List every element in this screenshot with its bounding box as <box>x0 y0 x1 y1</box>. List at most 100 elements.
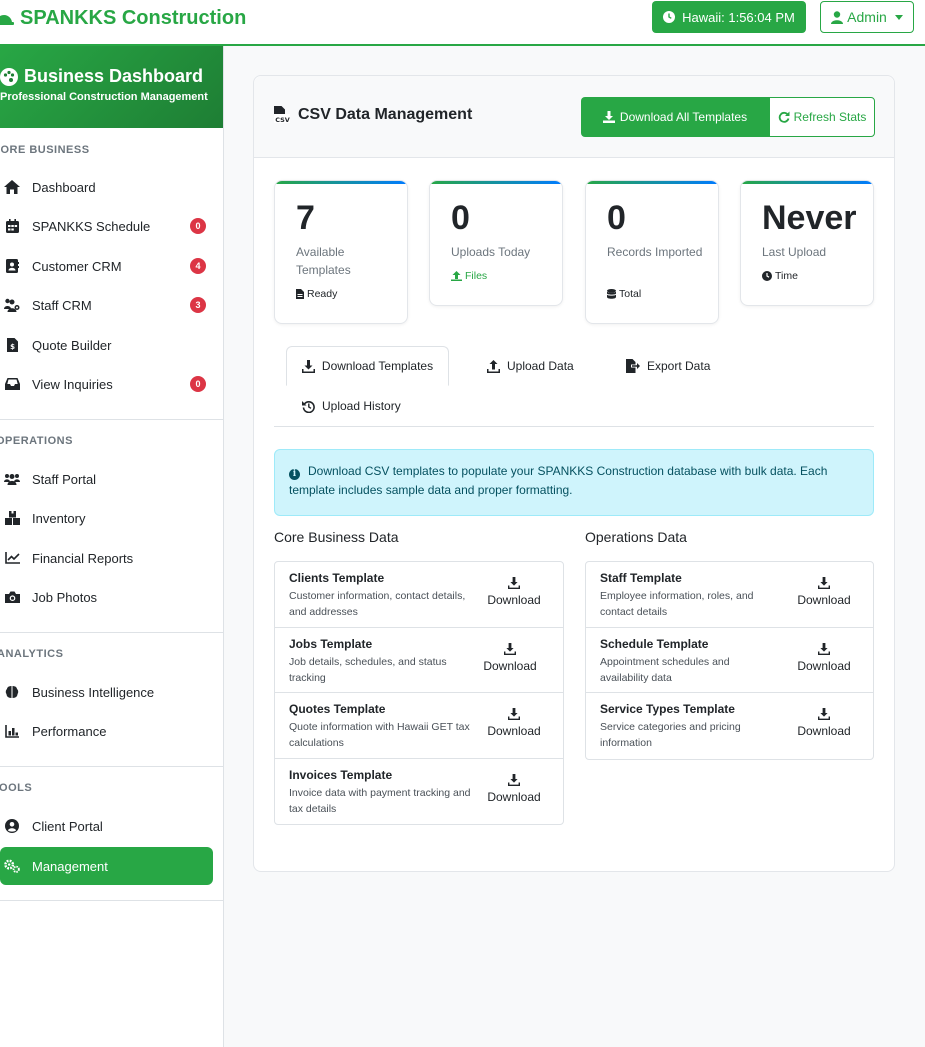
sidebar-item-label: Customer CRM <box>32 258 122 274</box>
database-icon <box>607 289 616 299</box>
upload-icon <box>451 271 462 281</box>
stat-value: Never <box>762 199 857 237</box>
brand-link[interactable]: SPANKKS Construction <box>0 5 246 31</box>
template-row-staff: Staff Template Employee information, rol… <box>586 562 873 628</box>
download-clients-button[interactable]: Download <box>479 577 549 607</box>
sidebar-item-financial-reports[interactable]: Financial Reports <box>0 539 213 577</box>
sidebar: Business Dashboard Professional Construc… <box>0 46 224 1047</box>
main-content: CSV CSV Data Management Download All Tem… <box>224 46 925 1047</box>
refresh-stats-button[interactable]: Refresh Stats <box>769 97 875 137</box>
download-label: Download <box>483 658 537 673</box>
template-description: Service categories and pricing informati… <box>600 721 741 749</box>
sidebar-item-client-portal[interactable]: Client Portal <box>0 807 213 845</box>
template-description: Customer information, contact details, a… <box>289 590 466 618</box>
stat-sub-label: Ready <box>307 288 338 300</box>
download-icon <box>508 577 520 589</box>
admin-label: Admin <box>847 9 887 25</box>
core-templates-list: Clients Template Customer information, c… <box>274 561 564 825</box>
stat-card-uploads: 0 Uploads Today Files <box>429 180 563 306</box>
calendar-icon <box>4 218 20 234</box>
sidebar-item-job-photos[interactable]: Job Photos <box>0 578 213 616</box>
template-name: Clients Template <box>289 571 385 585</box>
download-icon <box>301 359 315 373</box>
notification-badge: 0 <box>190 218 206 234</box>
download-schedule-button[interactable]: Download <box>789 642 859 673</box>
history-icon <box>302 400 315 413</box>
sidebar-item-label: SPANKKS Schedule <box>32 218 151 234</box>
clock-text: Hawaii: 1:56:04 PM <box>682 9 795 25</box>
admin-dropdown-button[interactable]: Admin <box>820 1 914 33</box>
tab-export-data[interactable]: Export Data <box>626 347 710 385</box>
clock-icon <box>762 271 772 281</box>
stat-sub: Total <box>607 288 641 300</box>
sidebar-item-dashboard[interactable]: Dashboard <box>0 168 213 206</box>
tab-download-templates[interactable]: Download Templates <box>286 346 449 386</box>
download-label: Download <box>797 658 851 673</box>
download-all-templates-button[interactable]: Download All Templates <box>581 97 769 137</box>
hawaii-clock-button[interactable]: Hawaii: 1:56:04 PM <box>652 1 806 33</box>
template-description: Appointment schedules and availability d… <box>600 655 730 684</box>
sidebar-item-performance[interactable]: Performance <box>0 712 213 750</box>
download-quotes-button[interactable]: Download <box>479 708 549 738</box>
sidebar-item-inventory[interactable]: Inventory <box>0 499 213 537</box>
home-icon <box>4 179 20 195</box>
bar-chart-icon <box>4 723 20 739</box>
stat-label: Uploads Today <box>451 245 531 259</box>
stat-sub: Files <box>451 270 487 282</box>
template-row-jobs: Jobs Template Job details, schedules, an… <box>275 628 563 693</box>
template-row-clients: Clients Template Customer information, c… <box>275 562 563 628</box>
sidebar-item-label: Quote Builder <box>32 337 112 353</box>
sidebar-divider <box>0 766 223 767</box>
sidebar-title: Business Dashboard <box>24 66 204 86</box>
template-row-quotes: Quotes Template Quote information with H… <box>275 693 563 759</box>
chevron-down-icon <box>894 14 903 20</box>
tab-upload-data[interactable]: Upload Data <box>487 347 574 385</box>
line-chart-icon <box>4 550 20 566</box>
tab-label: Upload Data <box>507 359 574 373</box>
stat-sub: Ready <box>296 288 337 300</box>
download-invoices-button[interactable]: Download <box>479 773 549 804</box>
operations-data-title: Operations Data <box>585 529 687 545</box>
file-icon <box>296 289 304 299</box>
download-icon <box>508 773 520 786</box>
sidebar-item-label: View Inquiries <box>32 376 113 392</box>
refresh-icon <box>778 111 790 123</box>
brain-icon <box>4 684 20 700</box>
download-jobs-button[interactable]: Download <box>475 642 545 673</box>
inbox-icon <box>4 376 20 392</box>
tabs-divider <box>274 426 874 427</box>
sidebar-item-label: Management <box>32 858 108 874</box>
stat-label: Last Upload <box>762 245 827 259</box>
sidebar-item-customer-crm[interactable]: Customer CRM 4 <box>0 247 213 285</box>
template-name: Jobs Template <box>289 636 373 651</box>
sidebar-item-label: Client Portal <box>32 818 103 834</box>
sidebar-item-view-inquiries[interactable]: View Inquiries 0 <box>0 365 213 403</box>
sidebar-item-label: Staff CRM <box>32 297 92 313</box>
tab-upload-history[interactable]: Upload History <box>302 387 401 425</box>
sidebar-item-label: Inventory <box>32 510 86 526</box>
download-service-types-button[interactable]: Download <box>789 708 859 738</box>
sidebar-item-spankks-schedule[interactable]: SPANKKS Schedule 0 <box>0 207 213 245</box>
download-label: Download <box>487 789 541 804</box>
camera-icon <box>4 589 20 605</box>
clock-icon <box>663 11 676 23</box>
sidebar-item-management[interactable]: Management <box>0 847 213 885</box>
download-icon <box>508 708 520 720</box>
stat-sub: Time <box>762 270 798 282</box>
download-icon <box>818 708 830 720</box>
section-title-operations: OPERATIONS <box>0 435 73 447</box>
sidebar-item-staff-portal[interactable]: Staff Portal <box>0 460 213 498</box>
top-navbar: SPANKKS Construction Hawaii: 1:56:04 PM … <box>0 0 925 46</box>
download-staff-button[interactable]: Download <box>789 577 859 607</box>
boxes-icon <box>4 510 20 526</box>
sidebar-divider <box>0 900 223 901</box>
sidebar-item-staff-crm[interactable]: Staff CRM 3 <box>0 286 213 324</box>
csv-file-icon: CSV <box>274 106 291 124</box>
sidebar-item-business-intelligence[interactable]: Business Intelligence <box>0 673 213 711</box>
core-business-data-title: Core Business Data <box>274 529 399 545</box>
template-name: Quotes Template <box>289 702 386 716</box>
sidebar-item-label: Staff Portal <box>32 471 97 487</box>
svg-text:CSV: CSV <box>275 116 290 124</box>
tab-label: Upload History <box>322 399 401 413</box>
sidebar-item-quote-builder[interactable]: $ Quote Builder <box>0 326 213 364</box>
